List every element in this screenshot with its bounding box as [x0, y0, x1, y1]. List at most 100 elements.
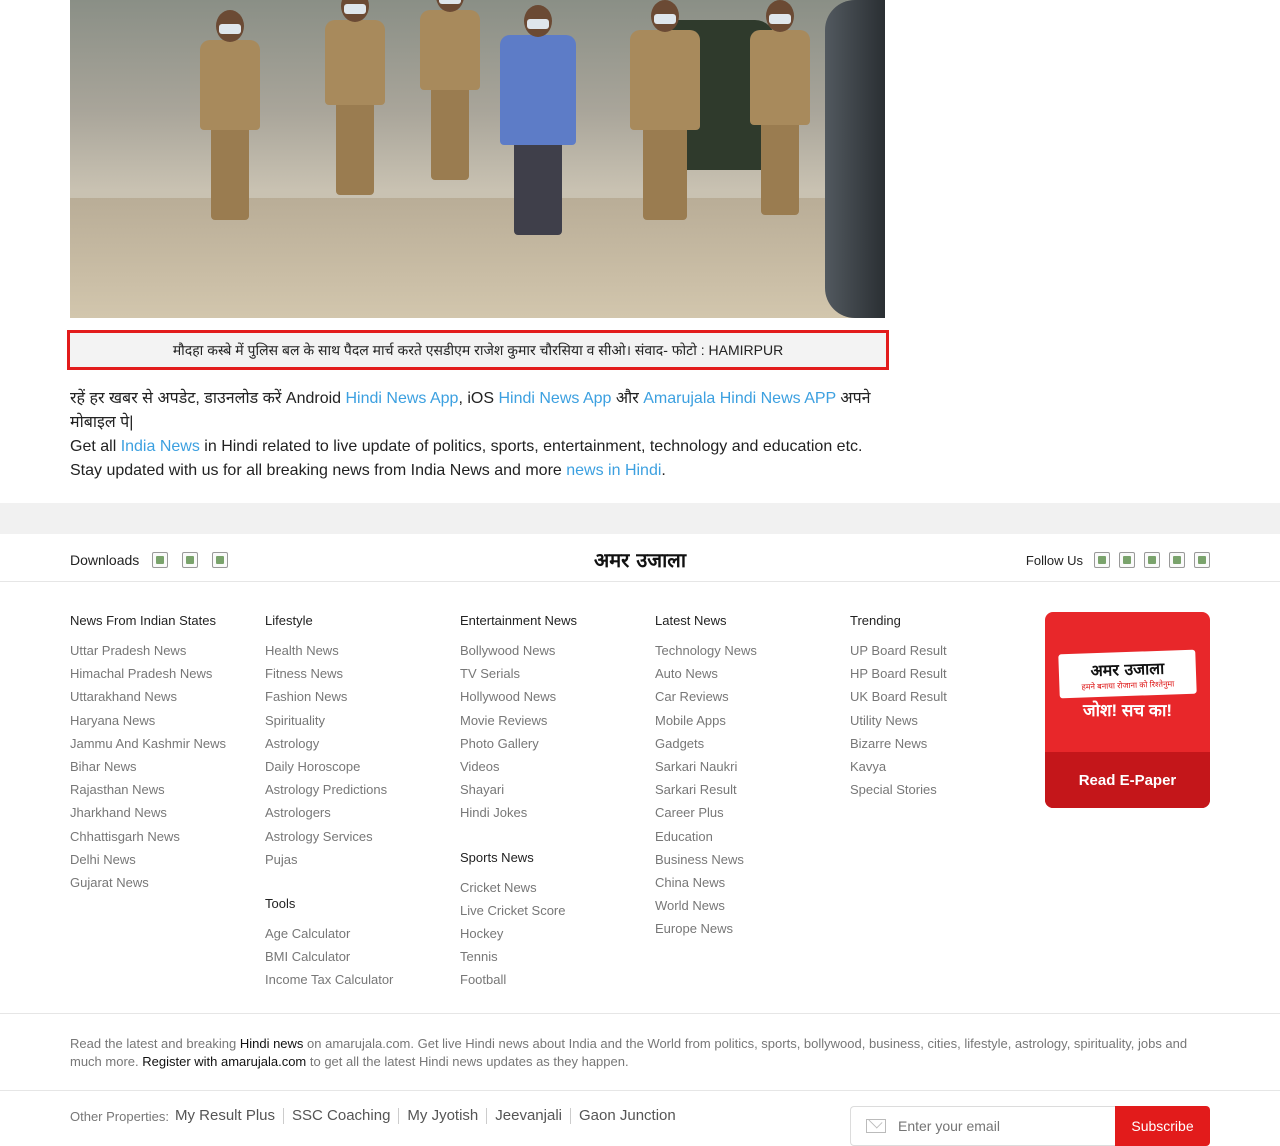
- news-in-hindi-link[interactable]: news in Hindi: [566, 462, 661, 479]
- follow-label: Follow Us: [1025, 552, 1083, 568]
- footer-link[interactable]: Europe News: [655, 920, 835, 943]
- footer-link[interactable]: Kavya: [850, 758, 1030, 781]
- footer-link[interactable]: Astrology: [265, 735, 445, 758]
- app-download-icon[interactable]: [212, 552, 229, 568]
- footer-link[interactable]: Special Stories: [850, 781, 1030, 804]
- footer-link[interactable]: Education: [655, 828, 835, 851]
- footer-link[interactable]: Pujas: [265, 851, 445, 874]
- footer-link[interactable]: Auto News: [655, 665, 835, 688]
- footer-link[interactable]: Delhi News: [70, 851, 250, 874]
- footer-link[interactable]: Rajasthan News: [70, 781, 250, 804]
- footer-link[interactable]: Income Tax Calculator: [265, 971, 445, 994]
- footer-link[interactable]: Jammu And Kashmir News: [70, 735, 250, 758]
- footer-link[interactable]: Astrologers: [265, 804, 445, 827]
- instagram-icon[interactable]: [1169, 552, 1185, 568]
- promo-text: Get all: [70, 438, 121, 455]
- promo-text: , iOS: [458, 390, 499, 407]
- android-app-link[interactable]: Hindi News App: [346, 390, 459, 407]
- footer-link[interactable]: Health News: [265, 642, 445, 665]
- footer-link[interactable]: Hollywood News: [460, 688, 640, 711]
- property-link[interactable]: Gaon Junction: [570, 1108, 684, 1124]
- about-text-part: Read the latest and breaking: [70, 1036, 240, 1051]
- twitter-icon[interactable]: [1119, 552, 1135, 568]
- footer-link[interactable]: Live Cricket Score: [460, 902, 640, 925]
- other-properties-label: Other Properties:: [70, 1108, 169, 1124]
- footer-link[interactable]: Mobile Apps: [655, 712, 835, 735]
- amarujala-app-link[interactable]: Amarujala Hindi News APP: [643, 390, 836, 407]
- footer-link[interactable]: Chhattisgarh News: [70, 828, 250, 851]
- android-download-icon[interactable]: [152, 552, 169, 568]
- footer-link[interactable]: Daily Horoscope: [265, 758, 445, 781]
- email-input[interactable]: [898, 1118, 1088, 1134]
- footer-link[interactable]: HP Board Result: [850, 665, 1030, 688]
- follow-section: Follow Us: [1026, 552, 1210, 568]
- ios-download-icon[interactable]: [182, 552, 199, 568]
- footer-link[interactable]: UP Board Result: [850, 642, 1030, 665]
- footer-link[interactable]: Bizarre News: [850, 735, 1030, 758]
- footer-link[interactable]: Gujarat News: [70, 874, 250, 897]
- footer-link[interactable]: Haryana News: [70, 712, 250, 735]
- footer-link[interactable]: Shayari: [460, 781, 640, 804]
- footer-link-list: Age Calculator BMI Calculator Income Tax C…: [265, 925, 445, 995]
- footer-link[interactable]: Jharkhand News: [70, 804, 250, 827]
- footer-link-list: Uttar Pradesh News Himachal Pradesh News U…: [70, 642, 250, 897]
- footer-link[interactable]: Uttar Pradesh News: [70, 642, 250, 665]
- footer-link[interactable]: Astrology Predictions: [265, 781, 445, 804]
- ios-app-link[interactable]: Hindi News App: [498, 390, 611, 407]
- footer-link[interactable]: Uttarakhand News: [70, 688, 250, 711]
- footer-link[interactable]: Fitness News: [265, 665, 445, 688]
- footer-link-list: Technology News Auto News Car Reviews Mobil…: [655, 642, 835, 943]
- footer-link[interactable]: Tennis: [460, 948, 640, 971]
- footer-link[interactable]: Sarkari Naukri: [655, 758, 835, 781]
- footer-link[interactable]: BMI Calculator: [265, 948, 445, 971]
- koo-icon[interactable]: [1194, 552, 1210, 568]
- footer-link[interactable]: Gadgets: [655, 735, 835, 758]
- read-epaper-button[interactable]: Read E-Paper: [1045, 752, 1210, 808]
- footer-link[interactable]: Business News: [655, 851, 835, 874]
- footer-link[interactable]: Technology News: [655, 642, 835, 665]
- footer-link[interactable]: Fashion News: [265, 688, 445, 711]
- footer-link[interactable]: Utility News: [850, 712, 1030, 735]
- footer-link[interactable]: Bihar News: [70, 758, 250, 781]
- property-link[interactable]: My Result Plus: [169, 1108, 283, 1124]
- footer-link[interactable]: Himachal Pradesh News: [70, 665, 250, 688]
- footer-link[interactable]: Videos: [460, 758, 640, 781]
- property-link[interactable]: My Jyotish: [398, 1108, 486, 1124]
- footer-link[interactable]: Car Reviews: [655, 688, 835, 711]
- hindi-news-link[interactable]: Hindi news: [240, 1036, 304, 1051]
- footer-link[interactable]: TV Serials: [460, 665, 640, 688]
- footer-link[interactable]: Career Plus: [655, 804, 835, 827]
- property-link[interactable]: Jeevanjali: [486, 1108, 570, 1124]
- footer-link[interactable]: Astrology Services: [265, 828, 445, 851]
- email-field-wrapper: [850, 1106, 1115, 1146]
- footer-link[interactable]: Cricket News: [460, 879, 640, 902]
- footer-link[interactable]: UK Board Result: [850, 688, 1030, 711]
- footer-link[interactable]: Hockey: [460, 925, 640, 948]
- footer-link[interactable]: Age Calculator: [265, 925, 445, 948]
- footer-col-latest: Latest News Technology News Auto News Car …: [655, 613, 835, 943]
- footer-link[interactable]: China News: [655, 874, 835, 897]
- facebook-icon[interactable]: [1094, 552, 1110, 568]
- other-properties: Other Properties: My Result Plus SSC Coa…: [70, 1108, 684, 1124]
- footer-col-title: Trending: [850, 613, 901, 628]
- footer-link[interactable]: Sarkari Result: [655, 781, 835, 804]
- india-news-link[interactable]: India News: [121, 438, 200, 455]
- footer-link[interactable]: Hindi Jokes: [460, 804, 640, 827]
- footer-link[interactable]: Spirituality: [265, 712, 445, 735]
- subscribe-button[interactable]: Subscribe: [1115, 1106, 1210, 1146]
- footer-link[interactable]: Bollywood News: [460, 642, 640, 665]
- photo-officer: [420, 0, 480, 180]
- youtube-icon[interactable]: [1144, 552, 1160, 568]
- footer-link[interactable]: Photo Gallery: [460, 735, 640, 758]
- epaper-promo[interactable]: अमर उजाला हमने बनाया रोजाना को रिश्तेनुम…: [1045, 612, 1210, 808]
- about-text: Read the latest and breaking Hindi news …: [70, 1035, 1210, 1071]
- epaper-tagline: जोश! सच का!: [1082, 701, 1173, 720]
- property-link[interactable]: SSC Coaching: [283, 1108, 398, 1124]
- amar-ujala-logo[interactable]: अमर उजाला: [575, 546, 705, 572]
- footer-link[interactable]: Football: [460, 971, 640, 994]
- footer-link[interactable]: Movie Reviews: [460, 712, 640, 735]
- register-link[interactable]: Register with amarujala.com: [142, 1054, 306, 1069]
- promo-text: रहें हर खबर से अपडेट, डाउनलोड करें Andro…: [70, 390, 346, 407]
- footer-link[interactable]: World News: [655, 897, 835, 920]
- photo-officer: [750, 0, 810, 215]
